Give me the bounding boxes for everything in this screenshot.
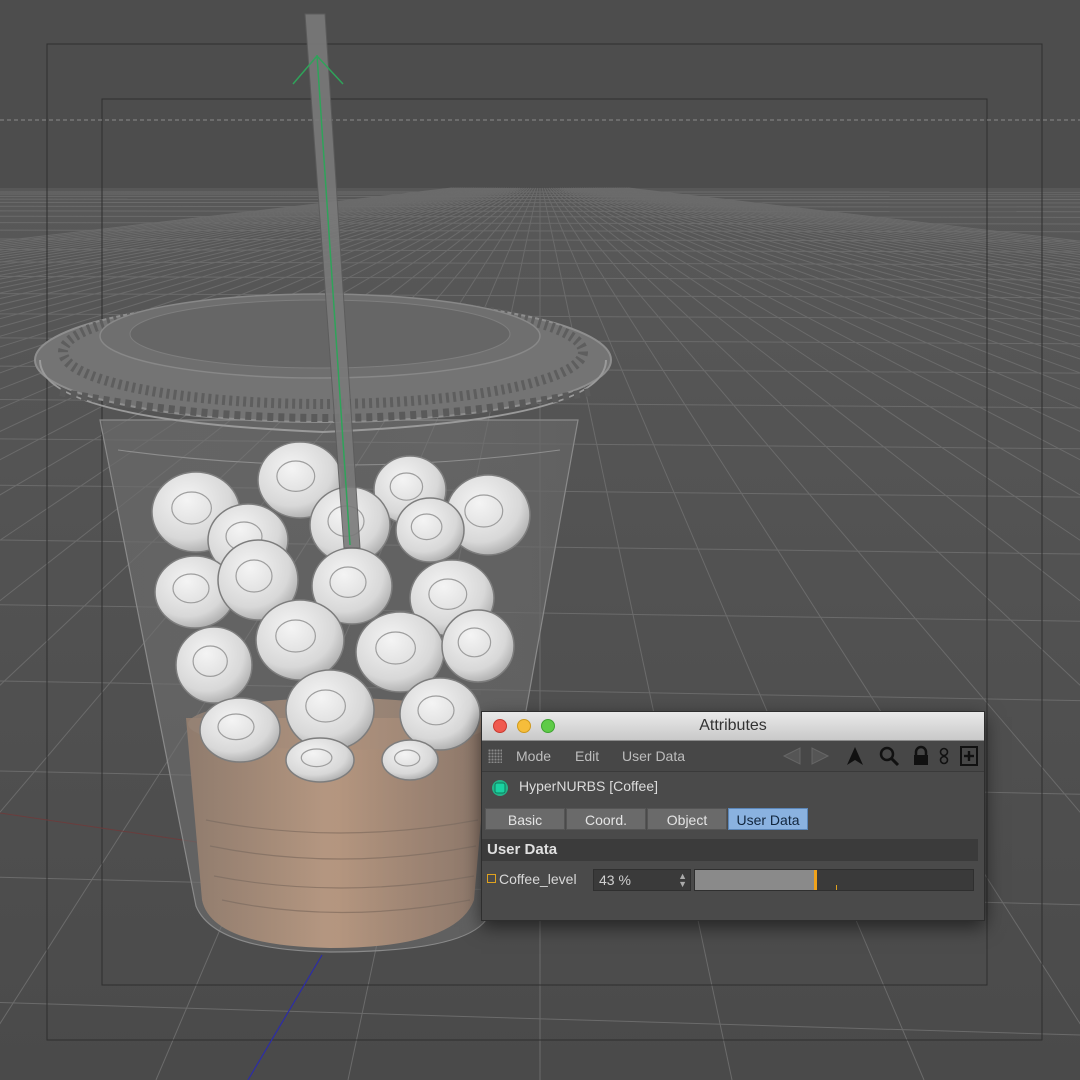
- window-titlebar[interactable]: Attributes: [482, 712, 984, 741]
- spinner-arrows-icon[interactable]: ▲ ▼: [678, 872, 687, 889]
- coffee-level-row: Coffee_level 43 % ▲ ▼: [482, 868, 982, 892]
- keyframe-toggle[interactable]: [487, 874, 496, 883]
- new-window-icon[interactable]: [958, 745, 980, 767]
- grip-handle-icon[interactable]: [488, 749, 502, 763]
- tab-basic[interactable]: Basic: [485, 808, 565, 830]
- slider-default-tick: [836, 885, 837, 890]
- property-label: Coffee_level: [499, 871, 577, 887]
- search-icon[interactable]: [878, 745, 900, 767]
- menu-mode[interactable]: Mode: [516, 748, 551, 764]
- coffee-level-value: 43 %: [599, 872, 631, 888]
- object-name: HyperNURBS [Coffee]: [519, 778, 659, 794]
- section-header[interactable]: User Data: [482, 839, 978, 861]
- menu-edit[interactable]: Edit: [575, 748, 599, 764]
- coffee-level-input[interactable]: 43 % ▲ ▼: [593, 869, 691, 891]
- pointer-arrow-icon[interactable]: [844, 745, 866, 767]
- hypernurbs-icon: [490, 778, 508, 796]
- coffee-level-slider[interactable]: [694, 869, 974, 891]
- tab-object[interactable]: Object: [647, 808, 727, 830]
- slider-fill: [695, 870, 815, 890]
- tab-coord[interactable]: Coord.: [566, 808, 646, 830]
- nav-arrows-icon[interactable]: [780, 745, 832, 767]
- lock-icon[interactable]: [910, 745, 932, 767]
- menu-user-data[interactable]: User Data: [622, 748, 685, 764]
- link-icon[interactable]: [937, 745, 951, 767]
- attributes-menubar: Mode Edit User Data: [482, 741, 984, 772]
- tab-user-data[interactable]: User Data: [728, 808, 808, 830]
- attributes-window[interactable]: Attributes Mode Edit User Data HyperNURB…: [481, 711, 985, 921]
- window-title: Attributes: [699, 717, 767, 734]
- slider-handle[interactable]: [813, 870, 817, 890]
